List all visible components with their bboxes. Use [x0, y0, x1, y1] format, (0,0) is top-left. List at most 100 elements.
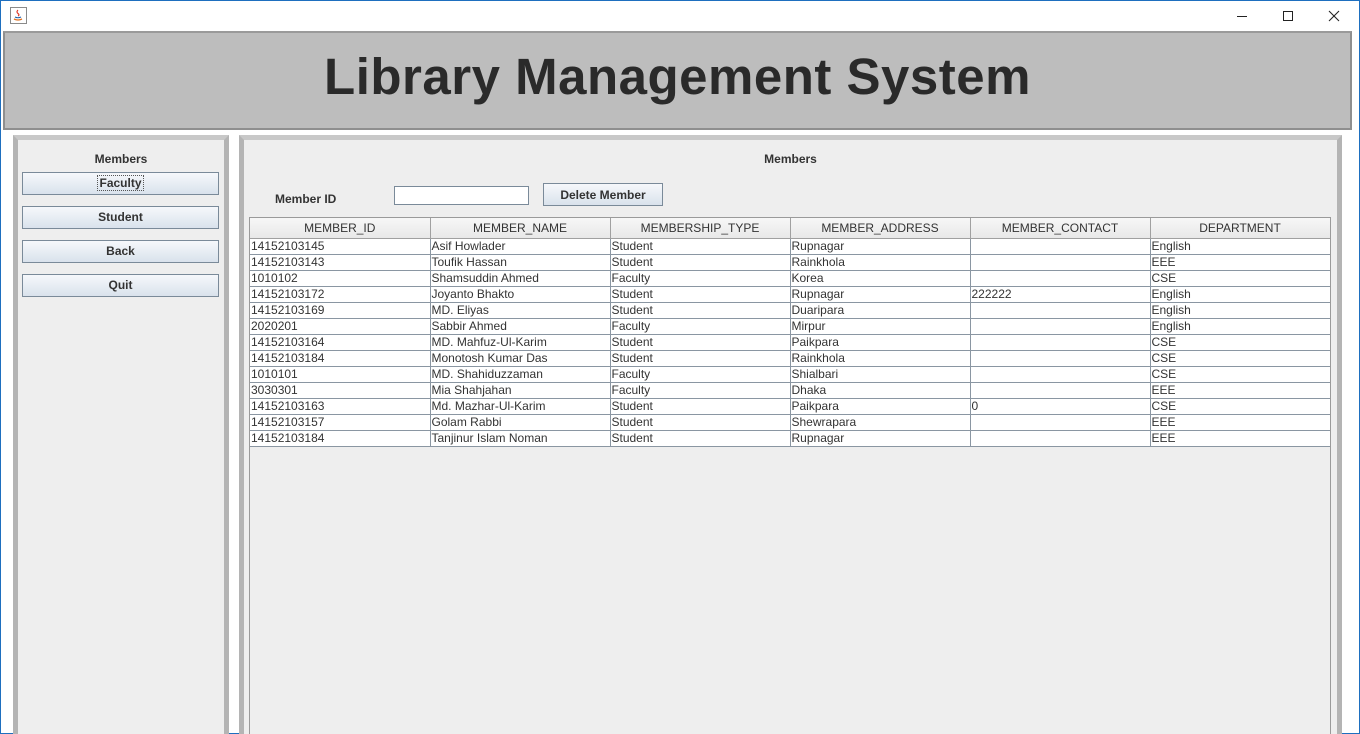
department-cell[interactable]: CSE [1150, 334, 1330, 351]
member-id-cell[interactable]: 1010101 [250, 366, 431, 383]
column-header-member-contact[interactable]: MEMBER_CONTACT [970, 218, 1151, 239]
member-id-cell[interactable]: 1010102 [250, 270, 431, 287]
member-name-cell[interactable]: Sabbir Ahmed [430, 318, 611, 335]
department-cell[interactable]: CSE [1150, 270, 1330, 287]
member-id-cell[interactable]: 14152103169 [250, 302, 431, 319]
member-name-cell[interactable]: MD. Eliyas [430, 302, 611, 319]
membership-type-cell[interactable]: Student [610, 286, 791, 303]
membership-type-cell[interactable]: Faculty [610, 318, 791, 335]
department-cell[interactable]: EEE [1150, 430, 1330, 447]
department-cell[interactable]: EEE [1150, 254, 1330, 271]
membership-type-cell[interactable]: Student [610, 238, 791, 255]
member-address-cell[interactable]: Shialbari [790, 366, 971, 383]
column-header-member-name[interactable]: MEMBER_NAME [430, 218, 611, 239]
department-cell[interactable]: English [1150, 286, 1330, 303]
member-name-cell[interactable]: Mia Shahjahan [430, 382, 611, 399]
member-address-cell[interactable]: Rupnagar [790, 430, 971, 447]
member-name-cell[interactable]: Monotosh Kumar Das [430, 350, 611, 367]
department-cell[interactable]: English [1150, 302, 1330, 319]
table-row[interactable]: 14152103163 Md. Mazhar-Ul-Karim Student Pai… [250, 398, 1330, 415]
membership-type-cell[interactable]: Student [610, 302, 791, 319]
member-address-cell[interactable]: Rainkhola [790, 254, 971, 271]
maximize-button[interactable] [1265, 1, 1311, 31]
membership-type-cell[interactable]: Faculty [610, 366, 791, 383]
member-contact-cell[interactable]: 222222 [970, 286, 1151, 303]
table-row[interactable]: 14152103157 Golam Rabbi Student Shewrapara E… [250, 414, 1330, 431]
department-cell[interactable]: English [1150, 318, 1330, 335]
table-row[interactable]: 14152103169 MD. Eliyas Student Duaripara Eng… [250, 302, 1330, 319]
member-id-cell[interactable]: 14152103184 [250, 430, 431, 447]
quit-button[interactable]: Quit [22, 274, 219, 297]
member-id-cell[interactable]: 14152103157 [250, 414, 431, 431]
member-contact-cell[interactable] [970, 414, 1151, 431]
membership-type-cell[interactable]: Faculty [610, 382, 791, 399]
column-header-member-id[interactable]: MEMBER_ID [250, 218, 431, 239]
member-address-cell[interactable]: Rupnagar [790, 238, 971, 255]
member-contact-cell[interactable] [970, 270, 1151, 287]
member-name-cell[interactable]: Joyanto Bhakto [430, 286, 611, 303]
member-name-cell[interactable]: Shamsuddin Ahmed [430, 270, 611, 287]
department-cell[interactable]: CSE [1150, 366, 1330, 383]
department-cell[interactable]: CSE [1150, 350, 1330, 367]
member-address-cell[interactable]: Paikpara [790, 398, 971, 415]
department-cell[interactable]: EEE [1150, 414, 1330, 431]
column-header-department[interactable]: DEPARTMENT [1150, 218, 1330, 239]
member-contact-cell[interactable]: 0 [970, 398, 1151, 415]
table-row[interactable]: 1010101 MD. Shahiduzzaman Faculty Shialbari… [250, 366, 1330, 383]
member-address-cell[interactable]: Duaripara [790, 302, 971, 319]
member-id-cell[interactable]: 14152103164 [250, 334, 431, 351]
membership-type-cell[interactable]: Student [610, 334, 791, 351]
member-id-cell[interactable]: 14152103184 [250, 350, 431, 367]
member-name-cell[interactable]: MD. Shahiduzzaman [430, 366, 611, 383]
member-address-cell[interactable]: Rupnagar [790, 286, 971, 303]
member-id-cell[interactable]: 14152103172 [250, 286, 431, 303]
member-address-cell[interactable]: Mirpur [790, 318, 971, 335]
table-row[interactable]: 14152103172 Joyanto Bhakto Student Rupnagar… [250, 286, 1330, 303]
member-name-cell[interactable]: Md. Mazhar-Ul-Karim [430, 398, 611, 415]
member-name-cell[interactable]: Tanjinur Islam Noman [430, 430, 611, 447]
membership-type-cell[interactable]: Student [610, 350, 791, 367]
member-name-cell[interactable]: MD. Mahfuz-Ul-Karim [430, 334, 611, 351]
table-row[interactable]: 2020201 Sabbir Ahmed Faculty Mirpur English [250, 318, 1330, 335]
close-button[interactable] [1311, 1, 1357, 31]
department-cell[interactable]: CSE [1150, 398, 1330, 415]
membership-type-cell[interactable]: Student [610, 430, 791, 447]
member-contact-cell[interactable] [970, 318, 1151, 335]
department-cell[interactable]: English [1150, 238, 1330, 255]
member-name-cell[interactable]: Golam Rabbi [430, 414, 611, 431]
department-cell[interactable]: EEE [1150, 382, 1330, 399]
membership-type-cell[interactable]: Student [610, 414, 791, 431]
table-row[interactable]: 14152103184 Tanjinur Islam Noman Student Ru… [250, 430, 1330, 447]
membership-type-cell[interactable]: Student [610, 398, 791, 415]
member-contact-cell[interactable] [970, 302, 1151, 319]
minimize-button[interactable] [1219, 1, 1265, 31]
table-row[interactable]: 14152103164 MD. Mahfuz-Ul-Karim Student Pai… [250, 334, 1330, 351]
member-id-cell[interactable]: 2020201 [250, 318, 431, 335]
table-row[interactable]: 3030301 Mia Shahjahan Faculty Dhaka EEE [250, 382, 1330, 399]
table-row[interactable]: 14152103145 Asif Howlader Student Rupnagar E… [250, 238, 1330, 255]
member-address-cell[interactable]: Korea [790, 270, 971, 287]
member-contact-cell[interactable] [970, 430, 1151, 447]
back-button[interactable]: Back [22, 240, 219, 263]
faculty-button[interactable]: Faculty [22, 172, 219, 195]
membership-type-cell[interactable]: Student [610, 254, 791, 271]
member-name-cell[interactable]: Asif Howlader [430, 238, 611, 255]
member-address-cell[interactable]: Shewrapara [790, 414, 971, 431]
member-name-cell[interactable]: Toufik Hassan [430, 254, 611, 271]
member-contact-cell[interactable] [970, 254, 1151, 271]
member-id-cell[interactable]: 14152103143 [250, 254, 431, 271]
member-id-cell[interactable]: 14152103163 [250, 398, 431, 415]
member-contact-cell[interactable] [970, 382, 1151, 399]
student-button[interactable]: Student [22, 206, 219, 229]
delete-member-button[interactable]: Delete Member [543, 183, 663, 206]
table-row[interactable]: 14152103184 Monotosh Kumar Das Student Rain… [250, 350, 1330, 367]
table-row[interactable]: 14152103143 Toufik Hassan Student Rainkhola… [250, 254, 1330, 271]
member-address-cell[interactable]: Paikpara [790, 334, 971, 351]
member-address-cell[interactable]: Dhaka [790, 382, 971, 399]
member-contact-cell[interactable] [970, 238, 1151, 255]
membership-type-cell[interactable]: Faculty [610, 270, 791, 287]
member-address-cell[interactable]: Rainkhola [790, 350, 971, 367]
table-row[interactable]: 1010102 Shamsuddin Ahmed Faculty Korea CSE [250, 270, 1330, 287]
member-id-cell[interactable]: 3030301 [250, 382, 431, 399]
column-header-member-address[interactable]: MEMBER_ADDRESS [790, 218, 971, 239]
